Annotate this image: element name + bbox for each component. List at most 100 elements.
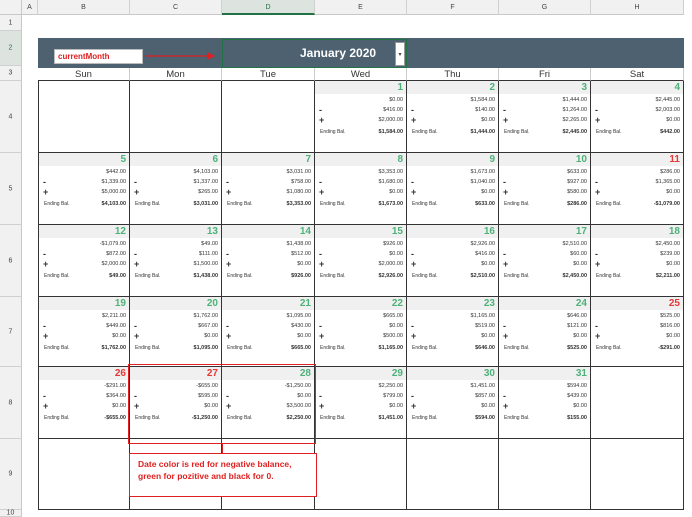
column-header-g[interactable]: G <box>499 0 591 15</box>
day-cell[interactable]: 13 $49.00 - $111.00 + $1,500.00 Ending Bal. $1,… <box>130 225 222 297</box>
day-cell[interactable]: 5 $442.00 - $1,339.00 + $5,000.00 Ending Bal. $… <box>38 153 130 225</box>
day-cell[interactable]: 17 $2,510.00 - $60.00 + $0.00 Ending Bal. $2,45… <box>499 225 591 297</box>
select-all-corner[interactable] <box>0 0 22 15</box>
day-cell[interactable]: 20 $1,762.00 - $667.00 + $0.00 Ending Bal. $1,0… <box>130 297 222 367</box>
empty-day-cell[interactable] <box>130 81 222 153</box>
day-number: 19 <box>114 298 126 309</box>
day-cell[interactable]: 8 $3,353.00 - $1,680.00 + $0.00 Ending Bal. $1,… <box>315 153 407 225</box>
plus-icon: + <box>595 187 601 197</box>
expense-row: - $449.00 <box>39 322 126 331</box>
starting-balance: $1,673.00 <box>407 168 495 176</box>
column-header-f[interactable]: F <box>407 0 499 15</box>
amount: $1,438.00 <box>193 273 218 279</box>
ending-balance: Ending Bal. $1,762.00 <box>39 344 126 352</box>
day-cell[interactable]: 21 $1,095.00 - $430.00 + $0.00 Ending Bal. $665… <box>222 297 315 367</box>
day-cell[interactable]: 16 $2,926.00 - $416.00 + $0.00 Ending Bal. $2,5… <box>407 225 499 297</box>
ending-label: Ending Bal. <box>44 415 70 421</box>
expense-row: - $512.00 <box>222 250 311 259</box>
day-cell[interactable]: 1 $0.00 - $416.00 + $2,000.00 Ending Bal. $1,58… <box>315 81 407 153</box>
day-cell[interactable]: 19 $2,211.00 - $449.00 + $0.00 Ending Bal. $1,7… <box>38 297 130 367</box>
amount: $519.00 <box>475 323 495 329</box>
amount: $0.00 <box>481 403 495 409</box>
day-cell[interactable]: 22 $665.00 - $0.00 + $500.00 Ending Bal. $1,165… <box>315 297 407 367</box>
day-cell[interactable]: 11 $286.00 - $1,365.00 + $0.00 Ending Bal. -$1,… <box>591 153 684 225</box>
ending-balance: Ending Bal. $1,451.00 <box>315 414 403 422</box>
empty-day-cell[interactable] <box>38 81 130 153</box>
column-header-b[interactable]: B <box>38 0 130 15</box>
ending-balance: Ending Bal. $646.00 <box>407 344 495 352</box>
day-cell[interactable]: 31 $594.00 - $439.00 + $0.00 Ending Bal. $155.0… <box>499 367 591 439</box>
row-header-6[interactable]: 6 <box>0 225 22 297</box>
row-header-1[interactable]: 1 <box>0 15 22 31</box>
row-header-4[interactable]: 4 <box>0 81 22 153</box>
row-header-9[interactable]: 9 <box>0 439 22 510</box>
amount: $140.00 <box>475 107 495 113</box>
day-cell[interactable]: 23 $1,165.00 - $519.00 + $0.00 Ending Bal. $646… <box>407 297 499 367</box>
day-number: 5 <box>120 154 126 165</box>
day-cell[interactable]: 12 -$1,079.00 - $872.00 + $2,000.00 Ending Bal… <box>38 225 130 297</box>
day-cell[interactable]: 9 $1,673.00 - $1,040.00 + $0.00 Ending Bal. $63… <box>407 153 499 225</box>
ending-balance: Ending Bal. $2,926.00 <box>315 272 403 280</box>
column-header-h[interactable]: H <box>591 0 684 15</box>
chevron-down-icon[interactable]: ▾ <box>395 42 405 66</box>
amount: $1,337.00 <box>193 179 218 185</box>
amount: $646.00 <box>567 313 587 319</box>
row-header-10[interactable]: 10 <box>0 510 22 517</box>
day-number: 23 <box>483 298 495 309</box>
ending-balance: Ending Bal. $2,450.00 <box>499 272 587 280</box>
day-number: 16 <box>483 226 495 237</box>
day-cell[interactable]: 26 -$291.00 - $364.00 + $0.00 Ending Bal. -$655… <box>38 367 130 439</box>
day-cell[interactable]: 14 $1,438.00 - $512.00 + $0.00 Ending Bal. $926… <box>222 225 315 297</box>
amount: $1,040.00 <box>470 179 495 185</box>
amount: $1,500.00 <box>193 261 218 267</box>
day-cell[interactable]: 10 $633.00 - $927.00 + $580.00 Ending Bal. $286… <box>499 153 591 225</box>
day-cell[interactable]: 3 $1,444.00 - $1,264.00 + $2,265.00 Ending Bal… <box>499 81 591 153</box>
day-cell[interactable]: 18 $2,450.00 - $239.00 + $0.00 Ending Bal. $2,2… <box>591 225 684 297</box>
day-cell[interactable]: 29 $2,250.00 - $799.00 + $0.00 Ending Bal. $1,4… <box>315 367 407 439</box>
row-header-2[interactable]: 2 <box>0 31 22 66</box>
row-header-3[interactable]: 3 <box>0 66 22 81</box>
month-title[interactable]: January 2020 <box>300 44 408 62</box>
day-number: 3 <box>581 82 587 93</box>
starting-balance: $2,445.00 <box>591 96 680 104</box>
starting-balance: $1,095.00 <box>222 312 311 320</box>
ending-label: Ending Bal. <box>320 201 346 207</box>
empty-day-cell[interactable] <box>38 439 130 510</box>
amount: $0.00 <box>389 189 403 195</box>
ending-label: Ending Bal. <box>412 129 438 135</box>
income-row: + $2,000.00 <box>39 260 126 269</box>
column-header-a[interactable]: A <box>22 0 38 15</box>
day-cell[interactable]: 6 $4,103.00 - $1,337.00 + $265.00 Ending Bal. $… <box>130 153 222 225</box>
day-cell[interactable]: 15 $926.00 - $0.00 + $2,000.00 Ending Bal. $2,9… <box>315 225 407 297</box>
row-header-7[interactable]: 7 <box>0 297 22 367</box>
plus-icon: + <box>319 401 325 411</box>
column-header-e[interactable]: E <box>315 0 407 15</box>
empty-day-cell[interactable] <box>315 439 407 510</box>
row-number: 1 <box>8 19 13 26</box>
day-cell[interactable]: 4 $2,445.00 - $2,003.00 + $0.00 Ending Bal. $44… <box>591 81 684 153</box>
empty-day-cell[interactable] <box>591 367 684 439</box>
day-cell[interactable]: 25 $525.00 - $816.00 + $0.00 Ending Bal. -$291.… <box>591 297 684 367</box>
row-header-5[interactable]: 5 <box>0 153 22 225</box>
day-number: 30 <box>483 368 495 379</box>
day-cell[interactable]: 7 $3,031.00 - $758.00 + $1,080.00 Ending Bal. $… <box>222 153 315 225</box>
column-header-d[interactable]: D <box>222 0 315 15</box>
row-header-8[interactable]: 8 <box>0 367 22 439</box>
day-cell[interactable]: 24 $646.00 - $121.00 + $0.00 Ending Bal. $525.0… <box>499 297 591 367</box>
weekday-wed: Wed <box>315 68 407 81</box>
expense-row: - $1,365.00 <box>591 178 680 187</box>
starting-balance: $1,165.00 <box>407 312 495 320</box>
empty-day-cell[interactable] <box>407 439 499 510</box>
column-header-c[interactable]: C <box>130 0 222 15</box>
minus-icon: - <box>319 249 322 259</box>
income-row: + $0.00 <box>591 116 680 125</box>
empty-day-cell[interactable] <box>591 439 684 510</box>
plus-icon: + <box>595 331 601 341</box>
amount: $3,353.00 <box>286 201 311 207</box>
amount: $1,165.00 <box>470 313 495 319</box>
empty-day-cell[interactable] <box>499 439 591 510</box>
empty-day-cell[interactable] <box>222 81 315 153</box>
day-cell[interactable]: 2 $1,584.00 - $140.00 + $0.00 Ending Bal. $1,44… <box>407 81 499 153</box>
day-cell[interactable]: 30 $1,451.00 - $857.00 + $0.00 Ending Bal. $594… <box>407 367 499 439</box>
spreadsheet[interactable]: ABCDEFGH 1 2 3 4 5 6 7 8 9 10 currentMonth Januar… <box>0 0 692 517</box>
